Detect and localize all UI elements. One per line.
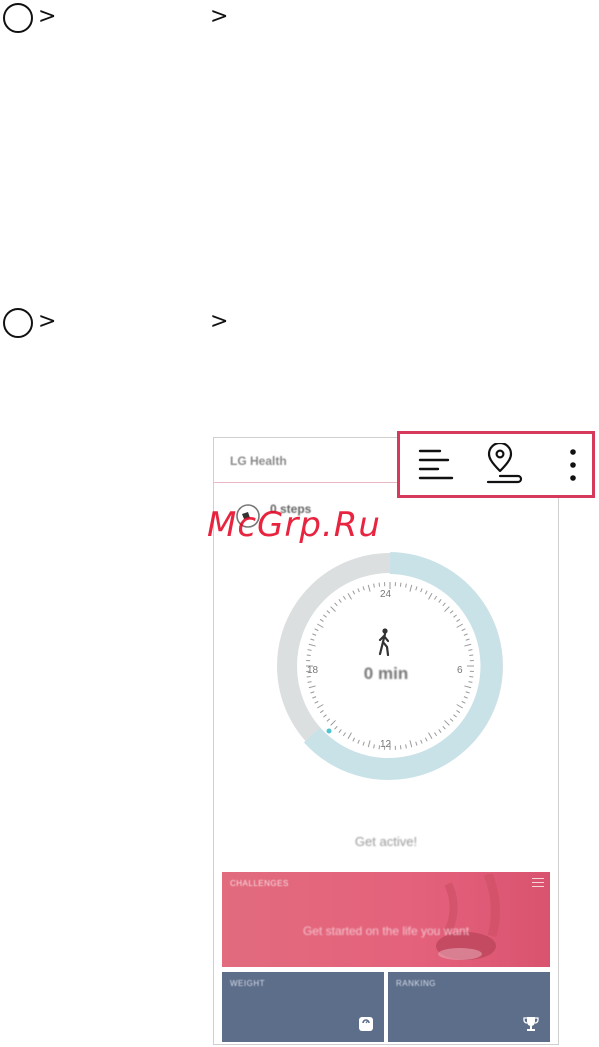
trophy-icon: [523, 1017, 539, 1031]
step-2-chevron-1: >: [38, 309, 57, 334]
challenges-text: Get started on the life you want: [302, 924, 470, 938]
more-vert-icon[interactable]: [568, 448, 578, 482]
ranking-title: RANKING: [396, 979, 436, 988]
dial-tick: [378, 582, 381, 587]
weight-title: WEIGHT: [230, 979, 265, 988]
dial-tick: [399, 745, 402, 750]
challenges-title: CHALLENGES: [230, 879, 289, 888]
activity-duration: 0 min: [363, 664, 409, 683]
dial-tick: [399, 582, 402, 587]
clock-label-24: 24: [380, 589, 392, 600]
sneaker-image: [436, 874, 500, 960]
clock-label-12: 12: [380, 739, 392, 750]
step-2-chevron-2: >: [210, 309, 229, 334]
watermark: McGrp.Ru: [207, 505, 381, 545]
dial-tick: [469, 654, 474, 657]
weight-card[interactable]: WEIGHT: [222, 972, 384, 1042]
step-1-marker: [3, 3, 33, 33]
ranking-card[interactable]: RANKING: [388, 972, 550, 1042]
step-2-marker: [3, 308, 33, 338]
dial-tick: [306, 654, 311, 657]
step-1-chevron-2: >: [210, 4, 229, 29]
motivation-text: Get active!: [354, 834, 418, 849]
challenges-card[interactable]: CHALLENGES Get started on the life you w…: [222, 872, 550, 967]
walking-person-icon: [378, 628, 390, 656]
menu-icon[interactable]: [532, 878, 544, 887]
timeline-icon[interactable]: [418, 447, 454, 483]
scale-icon: [359, 1017, 373, 1031]
app-title: LG Health: [230, 454, 287, 468]
route-location-icon[interactable]: [484, 443, 524, 485]
step-1-chevron-1: >: [38, 4, 57, 29]
toolbar-callout: [397, 431, 595, 498]
